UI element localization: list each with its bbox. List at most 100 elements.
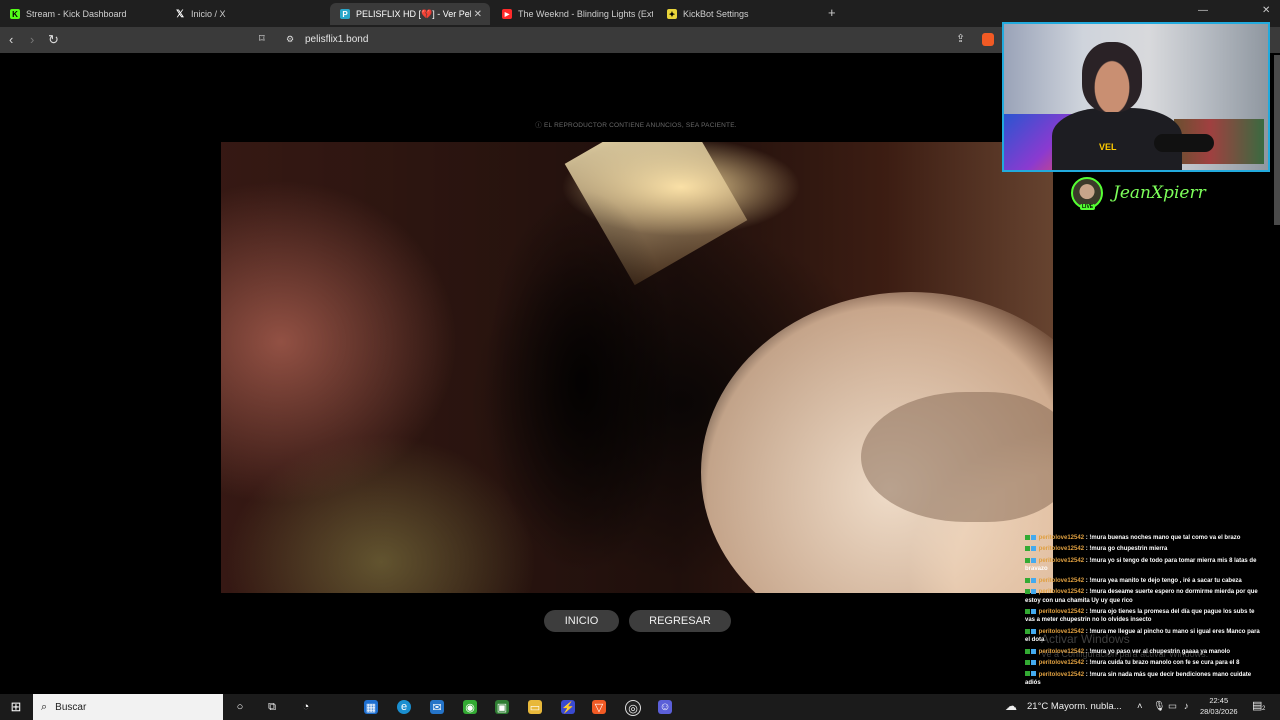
kick-badge-icon — [1025, 628, 1030, 634]
chat-username: peritolove12542 — [1038, 671, 1085, 678]
back-arrow-icon[interactable]: ‹ — [9, 32, 13, 47]
tab-pelisflix[interactable]: P PELISFLIX HD [💔] - Ver Películas ✕ — [330, 3, 490, 25]
tab-kickbot[interactable]: ✦ KickBot Settings — [657, 3, 822, 25]
new-tab-button[interactable]: + — [828, 5, 836, 20]
kickbot-icon: ✦ — [667, 9, 677, 19]
chat-message: peritolove12542 : !mura yo si tengo de t… — [1025, 557, 1257, 573]
kick-badge-icon — [1025, 534, 1030, 540]
chat-message: peritolove12542 : !mura cuida tu brazo m… — [1025, 659, 1265, 667]
clock-time: 22:45 — [1209, 696, 1229, 705]
webcam-person-head — [1082, 42, 1142, 112]
sub-badge-icon — [1031, 577, 1036, 583]
regresar-button[interactable]: REGRESAR — [629, 610, 731, 632]
scrollbar[interactable] — [1274, 55, 1280, 225]
sub-badge-icon — [1031, 628, 1036, 634]
kick-icon: K — [10, 9, 20, 19]
sub-badge-icon — [1031, 557, 1036, 563]
tab-kick-dashboard[interactable]: K Stream - Kick Dashboard — [0, 3, 165, 25]
search-placeholder: Buscar — [55, 701, 87, 713]
microphone-icon — [1154, 134, 1214, 152]
chat-overlay: peritolove12542 : !mura buenas noches ma… — [1025, 534, 1265, 690]
chat-text: !mura buenas noches mano que tal como va… — [1089, 535, 1241, 541]
nvidia-icon[interactable]: ◉ — [463, 700, 477, 714]
close-window-icon[interactable]: ✕ — [1262, 5, 1270, 16]
notifications-icon[interactable]: ▤ — [1252, 699, 1262, 712]
file-explorer-icon[interactable]: ▭ — [528, 700, 542, 714]
kick-badge-icon — [1025, 546, 1030, 552]
microphone-tray-icon[interactable]: 🎙 — [1153, 701, 1165, 712]
x-icon: 𝕏 — [175, 8, 185, 20]
volume-icon[interactable]: ♪ — [1184, 701, 1189, 712]
chat-text: !mura yea manito te dejo tengo , iré a s… — [1089, 577, 1242, 584]
chat-username: peritolove12542 — [1038, 546, 1085, 553]
chat-text: !mura cuida tu brazo manolo con fe se cu… — [1089, 660, 1240, 667]
kick-badge-icon — [1025, 671, 1030, 677]
tab-title: Inicio / X — [191, 9, 226, 19]
chat-username: peritolove12542 — [1038, 557, 1085, 564]
address-bar[interactable]: pelisflix1.bond — [305, 34, 368, 45]
site-info-icon[interactable]: ⚙ — [286, 34, 294, 45]
mail-icon[interactable]: ✉ — [430, 700, 444, 714]
chat-username: peritolove12542 — [1038, 660, 1085, 667]
network-icon[interactable]: ▭ — [1168, 701, 1177, 712]
kick-badge-icon — [1025, 557, 1030, 563]
minimize-icon[interactable]: — — [1198, 5, 1208, 16]
video-player[interactable] — [221, 142, 1053, 593]
chat-message: peritolove12542 : !mura buenas noches ma… — [1025, 534, 1265, 542]
discord-icon[interactable]: ☺ — [658, 700, 672, 714]
minecraft-icon[interactable]: ▣ — [495, 700, 509, 714]
inicio-button[interactable]: INICIO — [544, 610, 619, 632]
taskbar-search[interactable]: ⌕ Buscar — [33, 694, 223, 720]
kick-badge-icon — [1025, 577, 1030, 583]
video-frame-shadow — [481, 142, 711, 593]
tab-x[interactable]: 𝕏 Inicio / X — [165, 3, 330, 25]
chat-username: peritolove12542 — [1038, 577, 1085, 584]
tab-title: KickBot Settings — [683, 9, 749, 19]
streamer-name: JeanXpierr — [1113, 183, 1206, 203]
reload-icon[interactable]: ↻ — [48, 32, 59, 48]
obs-app-icon[interactable]: ⚡ — [561, 700, 575, 714]
store-icon[interactable]: ▦ — [364, 700, 378, 714]
youtube-icon: ▶ — [502, 9, 512, 19]
share-icon[interactable]: ⇪ — [956, 32, 965, 45]
obs-studio-icon[interactable]: ◎ — [625, 700, 641, 716]
edge-icon[interactable]: e — [397, 700, 411, 714]
avatar: LIVE — [1071, 177, 1103, 210]
live-badge: LIVE — [1080, 204, 1096, 210]
brave-shield-icon[interactable] — [982, 33, 994, 46]
close-tab-icon[interactable]: ✕ — [474, 9, 482, 20]
clock-date: 28/03/2026 — [1200, 707, 1238, 716]
brave-browser-icon[interactable]: ▽ — [592, 700, 606, 714]
search-icon: ⌕ — [41, 700, 48, 713]
kick-badge-icon — [1025, 589, 1030, 595]
pelisflix-icon: P — [340, 9, 350, 19]
sub-badge-icon — [1031, 671, 1036, 677]
taskbar-clock[interactable]: 22:45 28/03/2026 — [1200, 695, 1238, 717]
chat-text: !mura go chupestrin mierra — [1089, 546, 1168, 553]
kick-badge-icon — [1025, 648, 1030, 654]
windows-start-icon[interactable]: ⊞ — [9, 699, 23, 714]
chat-username: peritolove12542 — [1038, 535, 1085, 541]
chat-username: peritolove12542 — [1038, 589, 1085, 596]
webcam-overlay: VEL — [1002, 22, 1270, 172]
tab-title: The Weeknd - Blinding Lights (Extende — [518, 9, 653, 19]
streamer-tag: LIVE JeanXpierr — [1071, 176, 1206, 210]
sub-badge-icon — [1031, 608, 1036, 614]
sub-badge-icon — [1031, 534, 1036, 540]
chat-message: peritolove12542 : !mura deseame suerte e… — [1025, 589, 1258, 604]
weather-icon[interactable]: ☁ — [1005, 699, 1017, 713]
chevron-up-icon[interactable]: ˄ — [1137, 701, 1143, 712]
chat-message: peritolove12542 : !mura yea manito te de… — [1025, 577, 1265, 585]
task-view-icon[interactable]: ⧉ — [265, 700, 279, 714]
chat-message: peritolove12542 : !mura ojo tienes la pr… — [1025, 608, 1255, 624]
forward-arrow-icon[interactable]: › — [30, 32, 34, 47]
chat-message: peritolove12542 : !mura sin nada más que… — [1025, 671, 1252, 686]
tab-title: Stream - Kick Dashboard — [26, 9, 127, 19]
bookmark-icon[interactable]: ⌑ — [259, 32, 265, 45]
speedometer-app-icon[interactable]: ◔ — [299, 700, 313, 714]
weather-text[interactable]: 21°C Mayorm. nubla... — [1027, 701, 1122, 712]
tab-youtube[interactable]: ▶ The Weeknd - Blinding Lights (Extende — [492, 3, 657, 25]
kick-badge-icon — [1025, 659, 1030, 665]
sub-badge-icon — [1031, 648, 1036, 654]
cortana-icon[interactable]: ○ — [233, 700, 247, 714]
